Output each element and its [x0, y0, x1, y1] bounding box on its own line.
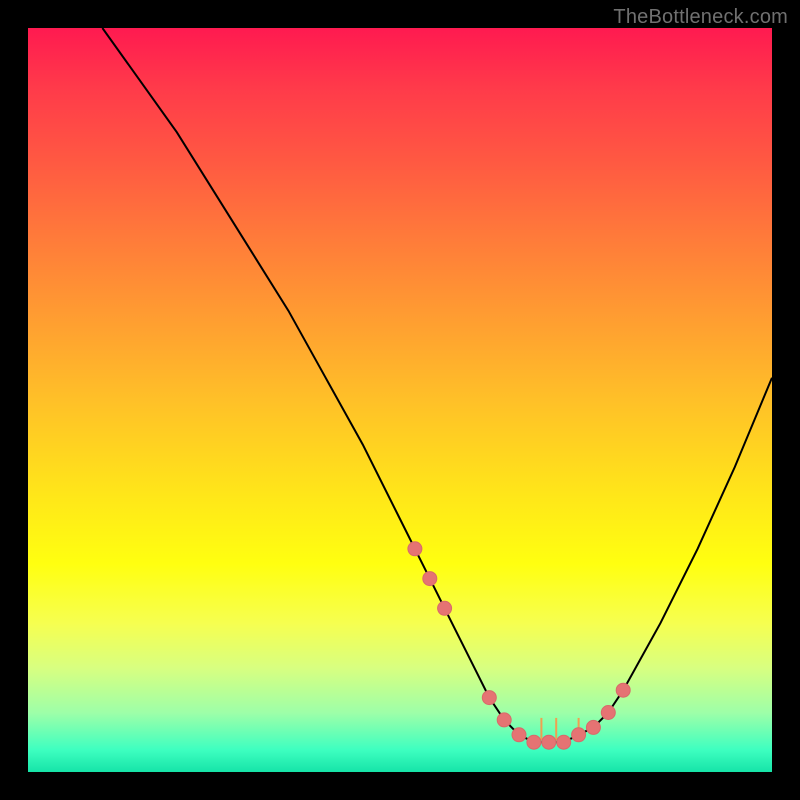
watermark-text: TheBottleneck.com	[613, 6, 788, 29]
bottleneck-curve	[102, 28, 772, 742]
marker-point	[438, 601, 452, 615]
marker-point	[572, 728, 586, 742]
marker-point	[601, 706, 615, 720]
marker-point	[482, 691, 496, 705]
marker-point	[527, 735, 541, 749]
marker-point	[557, 735, 571, 749]
marker-point	[542, 735, 556, 749]
chart-frame: TheBottleneck.com	[0, 0, 800, 800]
marker-point	[408, 542, 422, 556]
marker-point	[512, 728, 526, 742]
marker-point	[616, 683, 630, 697]
curve-layer	[28, 28, 772, 772]
marker-point	[423, 572, 437, 586]
marker-points	[408, 542, 630, 749]
plot-area	[28, 28, 772, 772]
marker-point	[497, 713, 511, 727]
marker-point	[586, 720, 600, 734]
